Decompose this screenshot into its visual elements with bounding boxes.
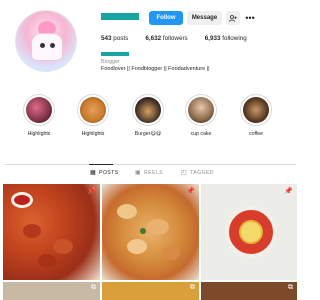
more-options-icon[interactable]: ••• [244,11,256,25]
profile-bio: Foodlover || Foodblogger || Foodadventur… [101,66,210,72]
tabs-divider [4,164,296,165]
multi-post-icon: ⧉ [288,284,293,291]
highlight-label: Highlights [81,131,105,137]
username-redacted [101,13,139,20]
highlight-item[interactable]: coffee [238,94,274,137]
tab-tagged[interactable]: ◰ TAGGED [181,169,214,177]
post-food-piece [117,204,137,219]
avatar-cake [31,33,63,61]
highlight-ring [132,94,164,126]
multi-post-icon: ⧉ [91,284,96,291]
post-plate [225,206,277,258]
grid-icon: ▦ [90,170,97,176]
pin-icon: 📌 [284,188,293,195]
active-tab-indicator [89,164,113,165]
tab-tagged-label: TAGGED [190,169,214,176]
tab-reels[interactable]: ▣ REELS [135,169,164,177]
highlight-label: cup cake [190,131,212,137]
followers-count-label: followers [162,35,188,42]
avatar-eye-right [50,43,55,48]
post-custard [239,220,263,244]
highlight-item[interactable]: Burger😋😋 [130,94,166,137]
highlight-ring [185,94,217,126]
highlight-image [188,97,214,123]
profile-avatar[interactable] [15,10,77,72]
pin-icon: 📌 [186,188,195,195]
highlight-label: Highlights [27,131,51,137]
posts-count[interactable]: 543 posts [101,35,128,42]
following-count[interactable]: 6,933 following [205,35,247,42]
post-food-piece [127,239,147,254]
posts-grid: 📌 📌 📌 ⧉ ⧉ ⧉ [3,184,297,300]
following-count-label: following [222,35,247,42]
post-thumbnail[interactable]: 📌 [3,184,100,280]
full-name-redacted [101,52,129,56]
post-food-piece [147,219,169,235]
tab-reels-label: REELS [144,169,164,176]
highlight-image [80,97,106,123]
highlight-item[interactable]: Highlights [21,94,57,137]
reels-icon: ▣ [135,170,142,176]
pin-icon: 📌 [87,188,96,195]
person-add-icon [229,14,237,22]
post-thumbnail[interactable]: ⧉ [201,282,297,300]
highlight-ring [23,94,55,126]
tab-posts[interactable]: ▦ POSTS [90,169,119,177]
highlight-image [243,97,269,123]
highlight-item[interactable]: Highlights [75,94,111,137]
followers-count-value: 6,632 [145,35,162,42]
highlight-ring [77,94,109,126]
post-food-piece [23,224,41,238]
avatar-eye-left [40,43,45,48]
story-highlights: Highlights Highlights Burger😋😋 cup cake … [0,94,300,142]
post-sauce-bowl [11,192,33,208]
post-thumbnail[interactable]: ⧉ [3,282,100,300]
highlight-item[interactable]: cup cake [183,94,219,137]
post-thumbnail[interactable]: 📌 [201,184,297,280]
tag-icon: ◰ [181,170,188,176]
tab-posts-label: POSTS [99,169,119,176]
post-food-piece [53,239,73,254]
highlight-image [26,97,52,123]
profile-category: Blogger [101,59,120,65]
highlight-label: coffee [248,131,264,137]
post-food-piece [162,246,180,260]
highlight-image [135,97,161,123]
posts-count-value: 543 [101,35,112,42]
posts-count-label: posts [113,35,129,42]
post-herb [140,228,146,234]
message-button[interactable]: Message [187,11,222,25]
followers-count[interactable]: 6,632 followers [145,35,187,42]
highlight-label: Burger😋😋 [134,131,162,137]
multi-post-icon: ⧉ [190,284,195,291]
post-thumbnail[interactable]: 📌 [102,184,199,280]
post-food-piece [38,254,56,268]
follow-button[interactable]: Follow [149,11,183,25]
profile-stats: 543 posts 6,632 followers 6,933 followin… [101,35,264,42]
following-count-value: 6,933 [204,35,221,42]
highlight-ring [240,94,272,126]
person-add-button[interactable] [226,11,240,25]
post-thumbnail[interactable]: ⧉ [102,282,199,300]
